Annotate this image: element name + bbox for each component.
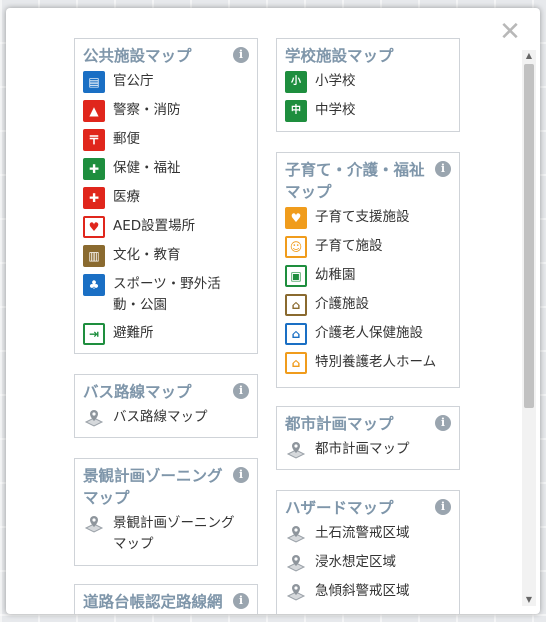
care-facility-icon: ⌂ [285,294,307,316]
map-pin-icon [83,513,105,535]
childcare-facility-icon: ☺ [285,236,307,258]
map-pin-icon [285,581,307,603]
panel-road-ledger: 道路台帳認定路線網 i [74,584,258,614]
panel-hazard: ハザードマップ i 土石流警戒区域 浸水想定区域 急傾斜警戒区域 [276,490,460,614]
list-item-debris-flow[interactable]: 土石流警戒区域 [285,523,451,545]
layer-menu-modal: ✕ 公共施設マップ i ▤ 官公庁 ▲ 警察・消防 〒郵便 ✚ 保健・福祉 ✚ 医療 ♥ A… [6,8,540,614]
panel-bus-routes: バス路線マップ i バス路線マップ [74,374,258,438]
panel-title: 景観計画ゾーニングマップ i [83,465,249,509]
book-icon: ▥ [83,245,105,267]
panel-title: バス路線マップ i [83,381,249,403]
list-item-steep-slope[interactable]: 急傾斜警戒区域 [285,581,451,603]
list-item-culture-education[interactable]: ▥ 文化・教育 [83,245,249,267]
panel-school-facilities: 学校施設マップ 小小学校 中中学校 [276,38,460,132]
park-tree-icon: ♣ [83,274,105,296]
police-fire-icon: ▲ [83,100,105,122]
junior-high-school-icon: 中 [285,100,307,122]
list-item-elderly-health-facility[interactable]: ⌂ 介護老人保健施設 [285,323,451,345]
close-button[interactable]: ✕ [498,17,522,47]
close-icon[interactable]: ✕ [499,17,521,47]
hospital-icon: ✚ [83,187,105,209]
list-item-health-welfare[interactable]: ✚ 保健・福祉 [83,158,249,180]
list-item-aed[interactable]: ♥ AED設置場所 [83,216,249,238]
panel-title: 子育て・介護・福祉マップ i [285,159,451,203]
info-icon[interactable]: i [233,593,249,609]
list-item-flood-zone[interactable]: 浸水想定区域 [285,552,451,574]
vertical-scrollbar[interactable]: ▲ ▼ [522,50,536,606]
kindergarten-icon: ▣ [285,265,307,287]
childcare-support-icon: ♥ [285,207,307,229]
list-item-elementary-school[interactable]: 小小学校 [285,71,451,93]
aed-icon: ♥ [83,216,105,238]
elementary-school-icon: 小 [285,71,307,93]
map-pin-icon [285,439,307,461]
nursing-home-icon: ⌂ [285,352,307,374]
list-item-kindergarten[interactable]: ▣ 幼稚園 [285,265,451,287]
panel-title: 都市計画マップ i [285,413,451,435]
scroll-up-arrow-icon[interactable]: ▲ [522,50,536,62]
panel-title: 道路台帳認定路線網 i [83,591,249,613]
list-item-nursing-home[interactable]: ⌂ 特別養護老人ホーム [285,352,451,374]
list-item-sports-park[interactable]: ♣ スポーツ・野外活動・公園 [83,274,249,316]
government-office-icon: ▤ [83,71,105,93]
panel-title: 学校施設マップ [285,47,394,65]
info-icon[interactable]: i [435,415,451,431]
panel-title: 公共施設マップ i [83,45,249,67]
elderly-health-facility-icon: ⌂ [285,323,307,345]
info-icon[interactable]: i [233,383,249,399]
list-item-urban-planning-map[interactable]: 都市計画マップ [285,439,451,461]
panel-title: ハザードマップ i [285,497,451,519]
list-item-government[interactable]: ▤ 官公庁 [83,71,249,93]
panel-public-facilities: 公共施設マップ i ▤ 官公庁 ▲ 警察・消防 〒郵便 ✚ 保健・福祉 ✚ 医療 ♥ AED… [74,38,258,354]
post-office-icon: 〒 [83,129,105,151]
info-icon[interactable]: i [435,499,451,515]
list-item-post[interactable]: 〒郵便 [83,129,249,151]
info-icon[interactable]: i [233,47,249,63]
info-icon[interactable]: i [435,161,451,177]
panel-childcare-welfare: 子育て・介護・福祉マップ i ♥ 子育て支援施設 ☺ 子育て施設 ▣ 幼稚園 ⌂ 介護施設… [276,152,460,388]
list-item-junior-high-school[interactable]: 中中学校 [285,100,451,122]
evacuation-icon: ⇥ [83,323,105,345]
list-item-landscape-zoning-map[interactable]: 景観計画ゾーニングマップ [83,513,249,555]
scroll-thumb[interactable] [524,64,534,408]
info-icon[interactable]: i [233,467,249,483]
panel-urban-planning: 都市計画マップ i 都市計画マップ [276,406,460,470]
list-item-childcare-support[interactable]: ♥ 子育て支援施設 [285,207,451,229]
scroll-down-arrow-icon[interactable]: ▼ [522,594,536,606]
list-item-evacuation[interactable]: ⇥ 避難所 [83,323,249,345]
map-pin-icon [285,523,307,545]
health-welfare-icon: ✚ [83,158,105,180]
list-item-care-facility[interactable]: ⌂ 介護施設 [285,294,451,316]
map-pin-icon [285,552,307,574]
list-item-police-fire[interactable]: ▲ 警察・消防 [83,100,249,122]
list-item-medical[interactable]: ✚ 医療 [83,187,249,209]
panel-landscape-zoning: 景観計画ゾーニングマップ i 景観計画ゾーニングマップ [74,458,258,566]
list-item-childcare-facility[interactable]: ☺ 子育て施設 [285,236,451,258]
list-item-bus-route-map[interactable]: バス路線マップ [83,407,249,429]
map-pin-icon [83,407,105,429]
